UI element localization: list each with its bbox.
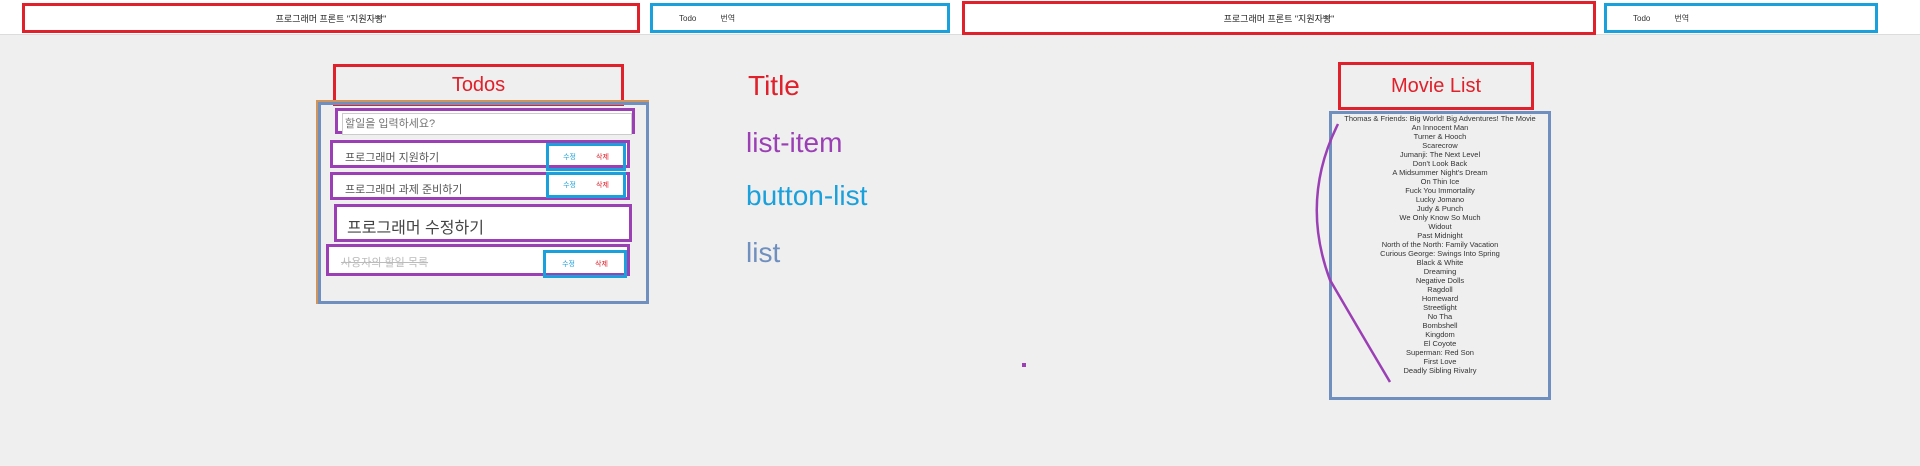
movie-list-item[interactable]: Streetlight bbox=[1334, 303, 1546, 312]
marker-dot bbox=[1022, 363, 1026, 367]
todo-button-list: 수정 삭제 bbox=[546, 143, 626, 171]
movie-list-item[interactable]: Deadly Sibling Rivalry bbox=[1334, 366, 1546, 375]
todo-item-edit-text[interactable]: 프로그래머 수정하기 bbox=[347, 214, 484, 238]
movie-list-item[interactable]: No Tha bbox=[1334, 312, 1546, 321]
nav-left-todo[interactable]: Todo bbox=[679, 14, 696, 23]
todo-input[interactable] bbox=[342, 113, 632, 135]
annotation-arrow-layer bbox=[1315, 123, 1392, 383]
todos-title: Todos bbox=[451, 73, 506, 96]
todo-item-text: 프로그래머 지원하기 bbox=[345, 152, 440, 164]
delete-button[interactable]: 삭제 bbox=[596, 180, 609, 190]
todo-item-editing[interactable]: 프로그래머 수정하기 bbox=[334, 204, 632, 242]
movie-list-item[interactable]: Turner & Hooch bbox=[1334, 132, 1546, 141]
movie-list-item[interactable]: Curious George: Swings Into Spring bbox=[1334, 249, 1546, 258]
movie-list-title: Movie List bbox=[1390, 74, 1482, 97]
movie-list-item[interactable]: We Only Know So Much bbox=[1334, 213, 1546, 222]
delete-button[interactable]: 삭제 bbox=[595, 259, 608, 269]
legend-button-list: button-list bbox=[746, 180, 868, 211]
header-title-right-text: 프로그래머 프론트 "지원자빵" bbox=[1223, 13, 1335, 24]
header-title-left-text: 프로그래머 프론트 "지원자빵" bbox=[275, 13, 387, 24]
legend-list-item: list-item bbox=[746, 127, 843, 158]
legend-title: Title bbox=[748, 70, 800, 101]
todo-input-wrap bbox=[335, 108, 635, 135]
todo-button-list: 수정 삭제 bbox=[546, 172, 626, 198]
movie-list-item[interactable]: North of the North: Family Vacation bbox=[1334, 240, 1546, 249]
movie-list-item[interactable]: First Love bbox=[1334, 357, 1546, 366]
movie-list-item[interactable]: Scarecrow bbox=[1334, 141, 1546, 150]
movie-list-item[interactable]: Bombshell bbox=[1334, 321, 1546, 330]
todo-button-list: 수정 삭제 bbox=[543, 250, 627, 278]
movie-list-item[interactable]: Judy & Punch bbox=[1334, 204, 1546, 213]
movie-list-item[interactable]: Black & White bbox=[1334, 258, 1546, 267]
movie-list-item[interactable]: Homeward bbox=[1334, 294, 1546, 303]
movie-list-item[interactable]: Fuck You Immortality bbox=[1334, 186, 1546, 195]
movie-title-box: Movie List bbox=[1338, 62, 1534, 110]
movie-list-item[interactable]: Past Midnight bbox=[1334, 231, 1546, 240]
movie-list-item[interactable]: El Coyote bbox=[1334, 339, 1546, 348]
movie-list-item[interactable]: Jumanji: The Next Level bbox=[1334, 150, 1546, 159]
movie-list-item[interactable]: Widout bbox=[1334, 222, 1546, 231]
movie-list-item[interactable]: An Innocent Man bbox=[1334, 123, 1546, 132]
edit-button[interactable]: 수정 bbox=[563, 152, 576, 162]
todo-item-text: 프로그래머 과제 준비하기 bbox=[345, 184, 463, 196]
movie-list-item[interactable]: A Midsummer Night's Dream bbox=[1334, 168, 1546, 177]
movie-list-item[interactable]: Negative Dolls bbox=[1334, 276, 1546, 285]
movie-list-item[interactable]: Don't Look Back bbox=[1334, 159, 1546, 168]
movie-list-item[interactable]: Lucky Jomano bbox=[1334, 195, 1546, 204]
nav-right-todo[interactable]: Todo bbox=[1633, 14, 1650, 23]
delete-button[interactable]: 삭제 bbox=[596, 152, 609, 162]
nav-left: Todo 번역 bbox=[650, 3, 950, 33]
header-title-left: 프로그래머 프론트 "지원자빵" bbox=[22, 3, 640, 33]
header-title-right: 프로그래머 프론트 "지원자빵" bbox=[962, 1, 1596, 35]
movie-list: Thomas & Friends: Big World! Big Adventu… bbox=[1334, 114, 1546, 375]
movie-list-item[interactable]: Superman: Red Son bbox=[1334, 348, 1546, 357]
movie-list-item[interactable]: Dreaming bbox=[1334, 267, 1546, 276]
edit-button[interactable]: 수정 bbox=[563, 180, 576, 190]
edit-button[interactable]: 수정 bbox=[562, 259, 575, 269]
movie-list-item[interactable]: On Thin Ice bbox=[1334, 177, 1546, 186]
nav-right-translate[interactable]: 번역 bbox=[1674, 13, 1689, 24]
movie-list-item[interactable]: Ragdoll bbox=[1334, 285, 1546, 294]
legend-list: list bbox=[746, 237, 781, 268]
movie-list-item[interactable]: Kingdom bbox=[1334, 330, 1546, 339]
nav-left-translate[interactable]: 번역 bbox=[720, 13, 735, 24]
nav-right: Todo 번역 bbox=[1604, 3, 1878, 33]
movie-list-item[interactable]: Thomas & Friends: Big World! Big Adventu… bbox=[1334, 114, 1546, 123]
todo-item-text: 사용자의 할일 목록 bbox=[341, 257, 429, 269]
